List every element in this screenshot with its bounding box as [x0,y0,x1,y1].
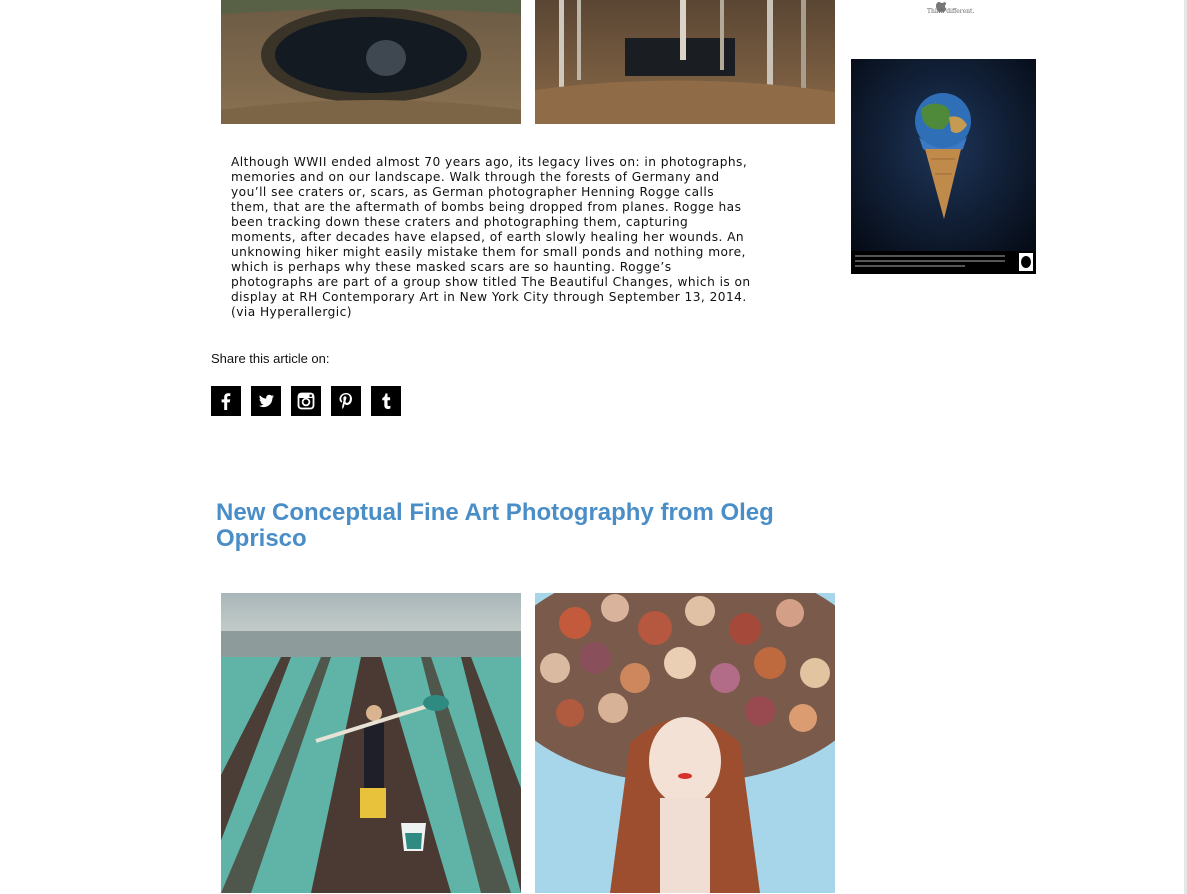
share-pinterest-button[interactable] [331,386,361,416]
sidebar-ad-melting-earth[interactable] [851,59,1036,274]
post-title-link[interactable]: New Conceptual Fine Art Photography from… [216,500,816,552]
sidebar-ad-tagline: Think different. [927,8,975,15]
instagram-icon [297,392,315,410]
oprisco-photo-flowers[interactable] [535,593,835,893]
crater-photo-right[interactable] [535,0,835,124]
sidebar-ad-apple[interactable] [851,0,1036,30]
share-twitter-button[interactable] [251,386,281,416]
share-label: Share this article on: [211,351,330,366]
twitter-icon [259,394,274,408]
share-instagram-button[interactable] [291,386,321,416]
facebook-icon [221,393,231,410]
article-body-text: Although WWII ended almost 70 years ago,… [231,155,751,319]
pinterest-icon [339,393,352,409]
share-facebook-button[interactable] [211,386,241,416]
oprisco-photo-field[interactable] [221,593,521,893]
tumblr-icon [382,393,391,409]
share-tumblr-button[interactable] [371,386,401,416]
crater-photo-left[interactable] [221,0,521,124]
